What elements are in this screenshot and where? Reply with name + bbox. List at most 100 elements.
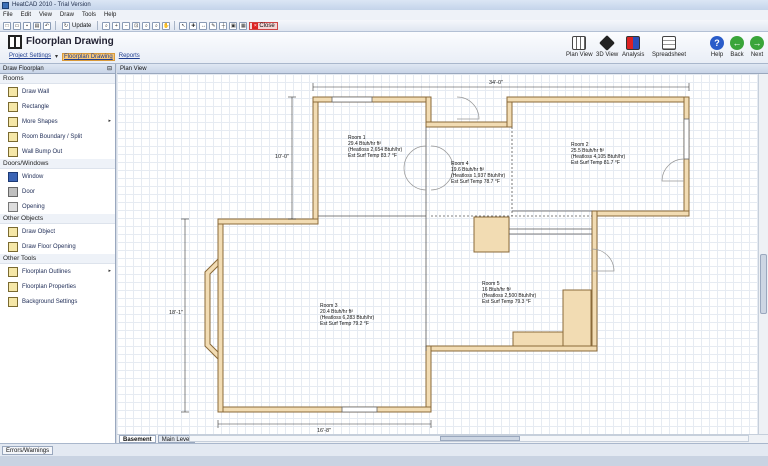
wall [506, 96, 690, 103]
properties-icon[interactable]: ▦ [239, 21, 248, 30]
grid-icon[interactable]: ┼ [219, 21, 228, 30]
plan-view-button[interactable]: Plan View [566, 36, 593, 58]
link-floorplan-drawing[interactable]: Floorplan Drawing [62, 53, 115, 61]
tool-label: Door [22, 188, 36, 195]
more-shapes-tool[interactable]: More Shapes ▸ [0, 114, 115, 129]
ribbon: Floorplan Drawing Project Settings ▾ Flo… [0, 32, 768, 64]
undo-icon[interactable]: ↶ [43, 21, 51, 30]
door-tool[interactable]: Door [0, 184, 115, 199]
outlines-icon [8, 266, 18, 277]
draw-wall-tool[interactable]: Draw Wall [0, 84, 115, 99]
panel-title: Draw Floorplan [3, 66, 44, 72]
door-swing [661, 158, 685, 182]
wall [312, 96, 319, 225]
spreadsheet-label: Spreadsheet [652, 52, 687, 58]
window-tool[interactable]: Window [0, 169, 115, 184]
next-button[interactable]: → Next [750, 36, 764, 58]
ribbon-link-separator: ▾ [55, 54, 59, 60]
zoom-icon[interactable]: ⌕ [102, 21, 111, 30]
3d-view-button[interactable]: 3D View [596, 35, 618, 58]
tool-label: Draw Wall [22, 88, 50, 95]
room-boundary-tool[interactable]: Room Boundary / Split [0, 129, 115, 144]
floorplan-properties-tool[interactable]: Floorplan Properties [0, 279, 115, 294]
vertical-scrollbar[interactable] [758, 74, 768, 434]
link-reports[interactable]: Reports [119, 53, 140, 61]
rectangle-icon [8, 101, 18, 112]
menu-tools[interactable]: Tools [82, 12, 96, 18]
rectangle-tool[interactable]: Rectangle [0, 99, 115, 114]
spreadsheet-icon [662, 36, 677, 50]
print-icon[interactable]: ▤ [33, 21, 41, 30]
pan-icon[interactable]: ✋ [162, 21, 171, 30]
door-swing [403, 167, 427, 191]
plan-view-label: Plan View [566, 52, 593, 58]
close-button[interactable]: × Close [249, 21, 278, 30]
dimension-icon[interactable]: ↔ [199, 21, 208, 30]
measure-icon[interactable]: ✎ [209, 21, 218, 30]
group-rooms: Rooms [0, 74, 115, 84]
analysis-button[interactable]: Analysis [622, 36, 644, 58]
move-icon[interactable]: ✚ [189, 21, 198, 30]
back-label: Back [730, 52, 744, 58]
floorplan-outlines-tool[interactable]: Floorplan Outlines ▸ [0, 264, 115, 279]
background-icon [8, 296, 18, 307]
errors-warnings-tab[interactable]: Errors/Warnings [2, 446, 54, 455]
plan-view-title: Plan View [117, 64, 768, 74]
menu-file[interactable]: File [3, 12, 13, 18]
dim-left-lower: 18'-1" [169, 310, 183, 316]
select-icon[interactable]: ↖ [179, 21, 188, 30]
room-2-label[interactable]: Room 2 25.5 Btuh/hr ft² (Heatloss 4,105 … [571, 142, 626, 166]
toolbar-separator [55, 21, 56, 30]
pin-icon[interactable]: ⊟ [107, 64, 112, 74]
draw-object-tool[interactable]: Draw Object [0, 224, 115, 239]
layout-icon[interactable]: ▣ [229, 21, 238, 30]
update-label: Update [72, 22, 92, 29]
menu-draw[interactable]: Draw [60, 12, 74, 18]
wall [217, 406, 432, 413]
door-icon [8, 186, 18, 197]
room-1-label[interactable]: Room 1 29.4 Btuh/hr ft² (Heatloss 2,654 … [348, 135, 403, 159]
dim-left-upper: 10'-0" [275, 154, 289, 160]
new-icon[interactable]: □ [3, 21, 11, 30]
room-3-label[interactable]: Room 3 20.4 Btuh/hr ft² (Heatloss 6,283 … [320, 303, 375, 327]
link-project-settings[interactable]: Project Settings [9, 53, 51, 61]
menu-bar: File Edit View Draw Tools Help [0, 10, 768, 20]
room-4-label[interactable]: Room 4 19.6 Btuh/hr ft² (Heatloss 1,937 … [451, 161, 506, 185]
room-stat: Est Surf Temp 81.7 °F [571, 160, 620, 166]
background-settings-tool[interactable]: Background Settings [0, 294, 115, 309]
floorplan-drawing[interactable]: 34'-0" 10'-0" 18'-1" 16'-8" Room 1 29.4 … [117, 74, 758, 434]
menu-help[interactable]: Help [104, 12, 116, 18]
zoom-in-icon[interactable]: + [112, 21, 121, 30]
opening-tool[interactable]: Opening [0, 199, 115, 214]
walls [204, 96, 690, 413]
dim-top: 34'-0" [489, 80, 503, 86]
wall [425, 345, 432, 413]
room-5-label[interactable]: Room 5 16 Btuh/hr ft² (Heatloss 2,500 Bt… [482, 281, 537, 305]
horizontal-scroll-thumb[interactable] [440, 436, 520, 441]
help-button[interactable]: ? Help [710, 36, 724, 58]
analysis-icon [626, 36, 641, 50]
save-icon[interactable]: ▪ [23, 21, 31, 30]
zoom-previous-icon[interactable]: ⌕ [152, 21, 161, 30]
properties-icon [8, 281, 18, 292]
analysis-label: Analysis [622, 52, 645, 58]
tab-basement[interactable]: Basement [119, 435, 156, 443]
menu-edit[interactable]: Edit [21, 12, 31, 18]
toolbar: □ ▭ ▪ ▤ ↶ ↻ Update ⌕ + − ⊡ ⌕ ⌕ ✋ ↖ ✚ ↔ ✎ … [0, 20, 768, 32]
update-button[interactable]: ↻ Update [60, 21, 93, 30]
draw-floor-opening-tool[interactable]: Draw Floor Opening [0, 239, 115, 254]
zoom-window-icon[interactable]: ⌕ [142, 21, 151, 30]
horizontal-scrollbar[interactable] [189, 435, 749, 442]
tool-label: More Shapes [22, 118, 58, 125]
update-icon: ↻ [62, 21, 70, 30]
open-icon[interactable]: ▭ [13, 21, 21, 30]
drawing-canvas[interactable]: 34'-0" 10'-0" 18'-1" 16'-8" Room 1 29.4 … [117, 74, 758, 434]
spreadsheet-button[interactable]: Spreadsheet [652, 36, 686, 58]
zoom-fit-icon[interactable]: ⊡ [132, 21, 141, 30]
zoom-out-icon[interactable]: − [122, 21, 131, 30]
vertical-scroll-thumb[interactable] [760, 254, 767, 314]
menu-view[interactable]: View [39, 12, 52, 18]
wall-bump-out-tool[interactable]: Wall Bump Out [0, 144, 115, 159]
back-button[interactable]: ← Back [730, 36, 744, 58]
wall [591, 210, 690, 217]
